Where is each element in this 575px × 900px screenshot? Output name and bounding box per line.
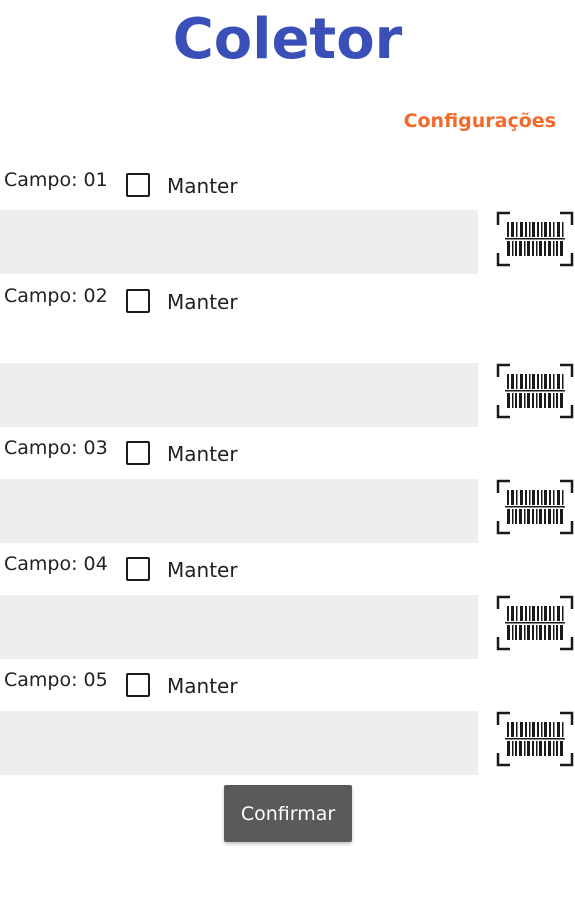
app-title: Coletor — [172, 7, 403, 72]
field-input-01[interactable] — [0, 210, 478, 274]
keep-label-05[interactable]: Manter — [167, 673, 238, 699]
keep-label-02[interactable]: Manter — [167, 289, 238, 315]
keep-checkbox-04[interactable] — [126, 557, 150, 581]
barcode-scan-icon[interactable] — [496, 595, 574, 651]
field-label-03: Campo: 03 — [4, 437, 108, 459]
keep-label-01[interactable]: Manter — [167, 173, 238, 199]
field-label-04: Campo: 04 — [4, 553, 108, 575]
field-input-02[interactable] — [0, 363, 478, 427]
field-input-03[interactable] — [0, 479, 478, 543]
barcode-scan-icon[interactable] — [496, 211, 574, 267]
keep-label-04[interactable]: Manter — [167, 557, 238, 583]
keep-label-03[interactable]: Manter — [167, 441, 238, 467]
keep-checkbox-01[interactable] — [126, 173, 150, 197]
field-label-02: Campo: 02 — [4, 285, 108, 307]
barcode-scan-icon[interactable] — [496, 711, 574, 767]
field-label-05: Campo: 05 — [4, 669, 108, 691]
keep-checkbox-05[interactable] — [126, 673, 150, 697]
keep-checkbox-03[interactable] — [126, 441, 150, 465]
keep-checkbox-02[interactable] — [126, 289, 150, 313]
settings-link[interactable]: Configurações — [404, 110, 556, 132]
field-label-01: Campo: 01 — [4, 169, 108, 191]
field-input-05[interactable] — [0, 711, 478, 775]
barcode-scan-icon[interactable] — [496, 363, 574, 419]
barcode-scan-icon[interactable] — [496, 479, 574, 535]
confirm-button[interactable]: Confirmar — [224, 785, 352, 842]
field-input-04[interactable] — [0, 595, 478, 659]
